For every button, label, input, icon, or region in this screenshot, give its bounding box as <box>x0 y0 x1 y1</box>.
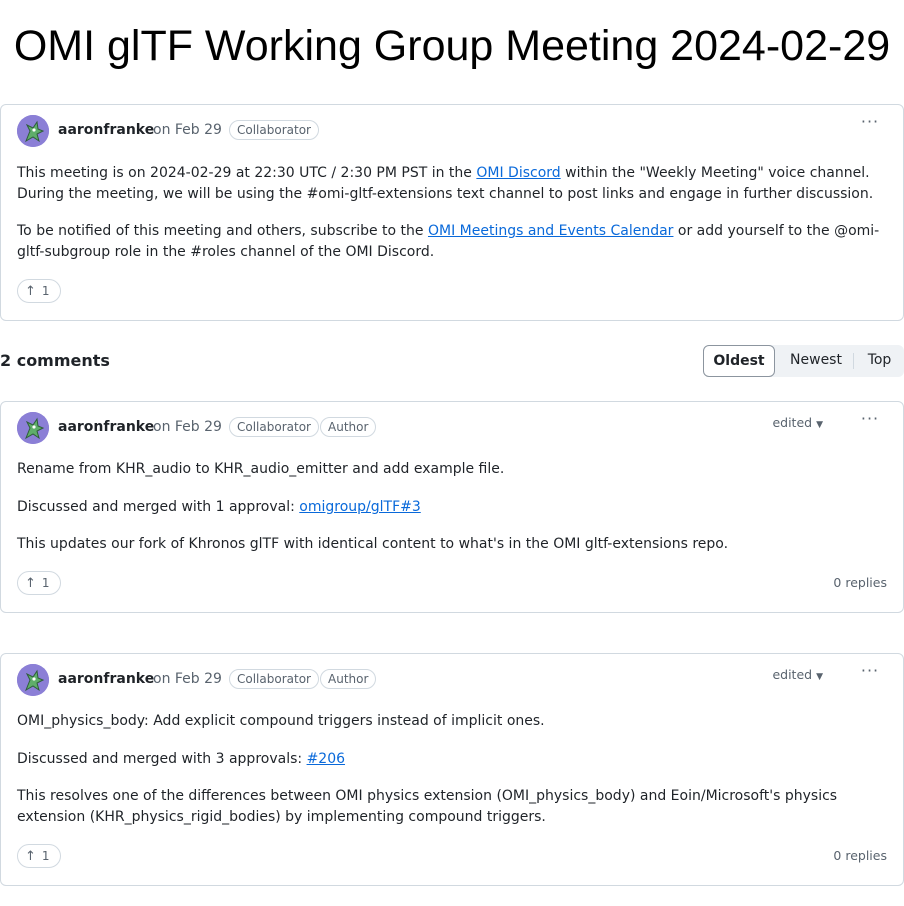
more-options-icon[interactable]: ··· <box>859 114 881 135</box>
comment-line-1: OMI_physics_body: Add explicit compound … <box>17 713 545 729</box>
comment-line-2: Discussed and merged with 1 approval: om… <box>17 499 421 515</box>
avatar[interactable] <box>17 115 49 147</box>
author-name[interactable]: aaronfranke <box>58 419 154 435</box>
issue-paragraph-1: This meeting is on 2024-02-29 at 22:30 U… <box>17 165 874 202</box>
avatar[interactable] <box>17 412 49 444</box>
avatar-image-icon <box>17 412 49 444</box>
calendar-link[interactable]: OMI Meetings and Events Calendar <box>428 223 673 239</box>
collaborator-badge: Collaborator <box>229 669 319 689</box>
replies-count[interactable]: 0 replies <box>833 848 887 863</box>
issue-header: aaronfranke on Feb 29 Collaborator ··· <box>17 114 887 147</box>
comments-count: 2 comments <box>0 351 110 370</box>
arrow-up-icon: ↑ <box>25 849 36 864</box>
author-name[interactable]: aaronfranke <box>58 671 154 687</box>
pull-request-link[interactable]: omigroup/glTF#3 <box>299 499 421 515</box>
arrow-up-icon: ↑ <box>25 576 36 591</box>
comment-header: aaronfranke on Feb 29 Collaborator Autho… <box>17 663 887 696</box>
edited-history-dropdown[interactable]: edited ▼ <box>772 667 823 682</box>
timestamp[interactable]: on Feb 29 <box>153 419 222 435</box>
timestamp[interactable]: on Feb 29 <box>153 671 222 687</box>
author-badge: Author <box>320 669 377 689</box>
edited-history-dropdown[interactable]: edited ▼ <box>772 415 823 430</box>
comment-card: aaronfranke on Feb 29 Collaborator Autho… <box>0 653 904 886</box>
avatar[interactable] <box>17 664 49 696</box>
avatar-image-icon <box>17 664 49 696</box>
issue-paragraph-2: To be notified of this meeting and other… <box>17 223 880 260</box>
more-options-icon[interactable]: ··· <box>859 411 881 432</box>
replies-count[interactable]: 0 replies <box>833 575 887 590</box>
upvote-reaction[interactable]: ↑ 1 <box>17 279 61 303</box>
timestamp[interactable]: on Feb 29 <box>153 122 222 138</box>
comment-line-2: Discussed and merged with 3 approvals: #… <box>17 751 346 767</box>
sort-top-button[interactable]: Top <box>855 345 904 377</box>
omi-discord-link[interactable]: OMI Discord <box>476 165 560 181</box>
collaborator-badge: Collaborator <box>229 120 319 140</box>
comment-card: aaronfranke on Feb 29 Collaborator Autho… <box>0 401 904 613</box>
sort-toggle: Oldest Newest Top <box>703 345 904 377</box>
sort-divider <box>853 353 854 369</box>
upvote-reaction[interactable]: ↑ 1 <box>17 844 61 868</box>
caret-down-icon: ▼ <box>816 672 823 682</box>
pull-request-link[interactable]: #206 <box>307 751 345 767</box>
comment-header: aaronfranke on Feb 29 Collaborator Autho… <box>17 411 887 444</box>
author-name[interactable]: aaronfranke <box>58 122 154 138</box>
comment-line-3: This updates our fork of Khronos glTF wi… <box>17 536 729 552</box>
upvote-reaction[interactable]: ↑ 1 <box>17 571 61 595</box>
page-title: OMI glTF Working Group Meeting 2024-02-2… <box>13 22 891 70</box>
sort-newest-button[interactable]: Newest <box>779 345 853 377</box>
avatar-image-icon <box>17 115 49 147</box>
arrow-up-icon: ↑ <box>25 284 36 299</box>
more-options-icon[interactable]: ··· <box>859 663 881 684</box>
sort-oldest-button[interactable]: Oldest <box>703 345 775 377</box>
issue-body-card: aaronfranke on Feb 29 Collaborator ··· T… <box>0 104 904 321</box>
collaborator-badge: Collaborator <box>229 417 319 437</box>
caret-down-icon: ▼ <box>816 420 823 430</box>
author-badge: Author <box>320 417 377 437</box>
comment-line-3: This resolves one of the differences bet… <box>17 788 838 825</box>
comment-line-1: Rename from KHR_audio to KHR_audio_emitt… <box>17 461 505 477</box>
